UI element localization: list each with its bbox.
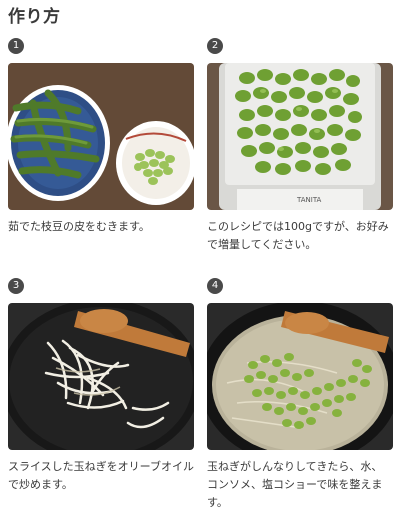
step-photo[interactable] — [207, 303, 393, 450]
edamame-on-scale-photo: TANITA — [207, 63, 393, 210]
onion-in-pan-photo — [8, 303, 194, 450]
step-description: 茹でた枝豆の皮をむきます。 — [8, 220, 150, 233]
step-photo[interactable] — [8, 63, 194, 210]
recipe-step-4: 4 玉ねぎがしんなりしてきたら、水、コンソメ、塩コショーで味を整えます。 — [207, 278, 393, 512]
step-number-badge: 1 — [8, 38, 24, 54]
recipe-step-1: 1 茹でた枝豆の皮をむきます。 — [8, 38, 194, 236]
soup-in-pan-photo — [207, 303, 393, 450]
step-description: このレシピでは100gですが、お好みで増量してください。 — [207, 220, 389, 251]
scale-brand-label: TANITA — [296, 196, 322, 204]
step-number-badge: 4 — [207, 278, 223, 294]
step-number-badge: 2 — [207, 38, 223, 54]
recipe-step-3: 3 スライスした玉ねぎをオリーブオイルで炒めます。 — [8, 278, 194, 494]
edamame-bowls-photo — [8, 63, 194, 210]
recipe-step-2: 2 TANITA このレシピでは100gですが、お好みで増量してください。 — [207, 38, 393, 254]
step-description: スライスした玉ねぎをオリーブオイルで炒めます。 — [8, 460, 195, 491]
section-title: 作り方 — [8, 7, 61, 27]
step-photo[interactable]: TANITA — [207, 63, 393, 210]
step-number-badge: 3 — [8, 278, 24, 294]
step-description: 玉ねぎがしんなりしてきたら、水、コンソメ、塩コショーで味を整えます。 — [207, 460, 383, 509]
step-photo[interactable] — [8, 303, 194, 450]
